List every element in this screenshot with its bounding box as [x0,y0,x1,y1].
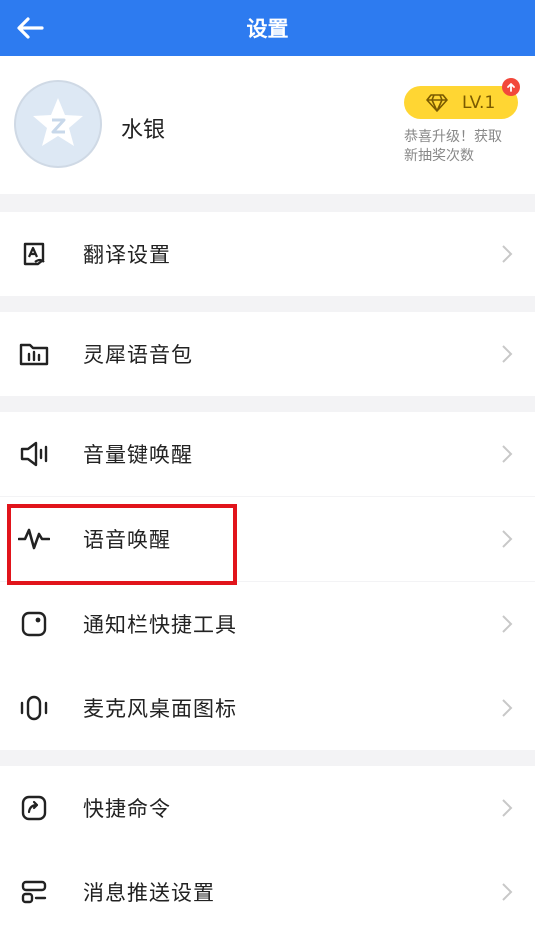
settings-item-push-settings[interactable]: 消息推送设置 [0,850,535,934]
shortcut-icon [18,792,50,824]
microphone-icon [18,692,50,724]
settings-item-voice-pack[interactable]: 灵犀语音包 [0,312,535,396]
chevron-right-icon [502,883,513,901]
level-label: LV.1 [462,92,496,113]
settings-item-label: 灵犀语音包 [83,343,193,367]
settings-item-translate[interactable]: 翻译设置 [0,212,535,296]
chevron-right-icon [502,699,513,717]
folder-audio-icon [18,338,50,370]
settings-item-notification-tools[interactable]: 通知栏快捷工具 [0,582,535,666]
settings-item-shortcut-commands[interactable]: 快捷命令 [0,766,535,850]
username: 水银 [121,118,166,143]
speaker-icon [18,438,50,470]
chevron-right-icon [502,530,513,548]
settings-item-label: 音量键唤醒 [83,443,193,467]
diamond-icon [426,93,448,112]
settings-item-voice-wake[interactable]: 语音唤醒 [0,497,535,581]
waveform-icon [18,523,50,555]
settings-item-label: 语音唤醒 [83,528,171,552]
upgrade-hint: 恭喜升级！获取 新抽奖次数 [404,128,524,166]
chevron-right-icon [502,799,513,817]
chevron-right-icon [502,615,513,633]
settings-item-label: 通知栏快捷工具 [83,613,237,637]
upgrade-hint-line1: 恭喜升级！获取 [404,129,502,145]
settings-item-label: 消息推送设置 [83,881,215,905]
notification-icon [18,608,50,640]
arrow-left-icon [17,17,44,39]
upgrade-hint-line2: 新抽奖次数 [404,148,474,164]
star-icon [33,98,83,146]
settings-item-mic-desktop-icon[interactable]: 麦克风桌面图标 [0,666,535,750]
chevron-right-icon [502,345,513,363]
page-title: 设置 [246,17,289,41]
chevron-right-icon [502,245,513,263]
level-badge[interactable]: LV.1 [404,78,520,119]
push-icon [18,876,50,908]
settings-item-label: 麦克风桌面图标 [83,697,237,721]
chevron-right-icon [502,445,513,463]
back-button[interactable] [8,6,52,50]
avatar[interactable] [14,80,102,168]
settings-item-label: 翻译设置 [83,243,171,267]
upgrade-arrow-icon [502,78,520,96]
settings-item-label: 快捷命令 [83,797,171,821]
settings-item-volume-key-wake[interactable]: 音量键唤醒 [0,412,535,496]
header-bar: 设置 [0,0,535,56]
translate-icon [18,238,50,270]
